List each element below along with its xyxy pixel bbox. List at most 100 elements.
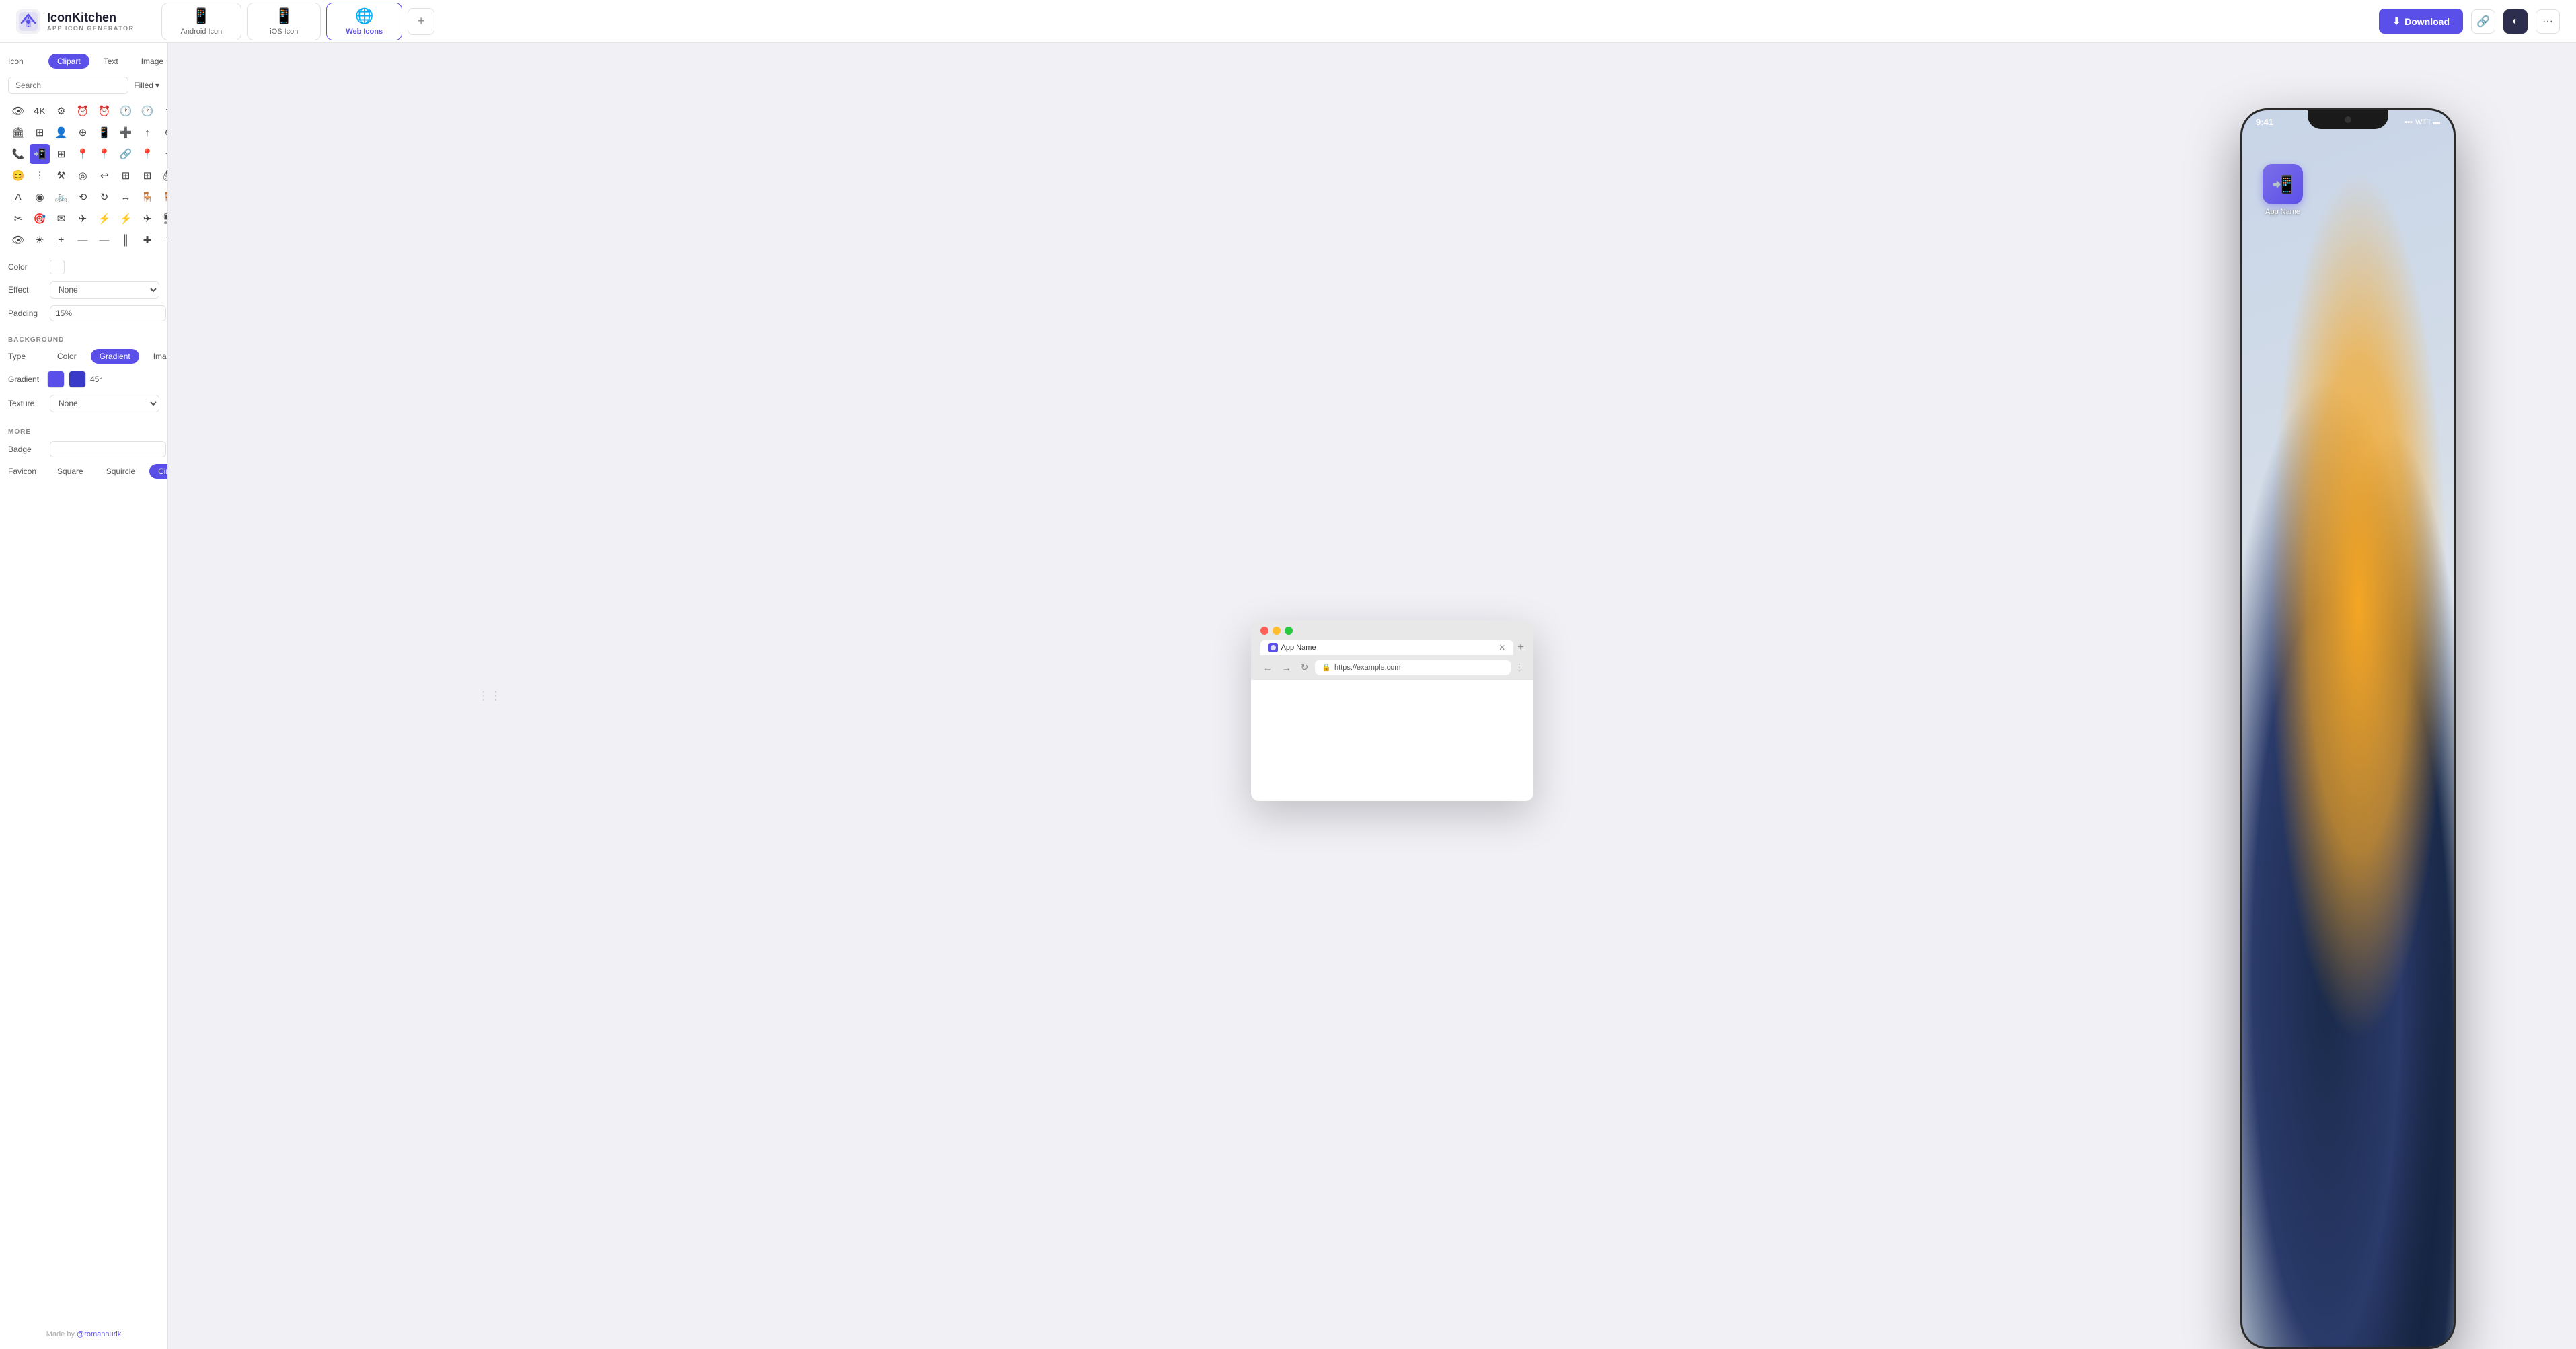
gradient-color1-swatch[interactable] — [47, 371, 65, 388]
search-input[interactable] — [8, 77, 128, 94]
address-bar[interactable]: 🔒 https://example.com — [1315, 660, 1510, 674]
refresh-button[interactable]: ↻ — [1298, 660, 1312, 674]
logo-area: IconKitchen APP ICON GENERATOR — [16, 9, 135, 34]
icon-cell[interactable]: 🎯 — [30, 208, 50, 229]
tab-android[interactable]: 📱 Android Icon — [161, 3, 242, 40]
icon-cell[interactable]: 😊 — [8, 165, 28, 186]
android-tab-icon: 📱 — [192, 7, 211, 25]
bg-image-tab[interactable]: Image — [145, 349, 168, 364]
icon-cell[interactable]: ⊞ — [30, 122, 50, 143]
icon-cell[interactable]: ➕ — [116, 122, 136, 143]
favicon-label: Favicon — [8, 467, 43, 476]
icon-cell[interactable]: 🪑 — [137, 187, 157, 207]
effect-select[interactable]: None — [50, 281, 159, 299]
icon-cell[interactable]: — — [73, 230, 93, 250]
browser-address-bar: ← → ↻ 🔒 https://example.com ⋮ — [1260, 660, 1524, 674]
add-tab-button[interactable]: + — [408, 8, 434, 35]
icon-cell[interactable]: ⊕ — [73, 122, 93, 143]
favicon-square[interactable]: Square — [48, 464, 92, 479]
icon-cell[interactable]: ✝ — [159, 101, 168, 121]
icon-cell[interactable]: ↑ — [137, 122, 157, 143]
icon-cell[interactable]: 🔗 — [116, 144, 136, 164]
icon-cell[interactable]: ◎ — [73, 165, 93, 186]
icon-cell[interactable]: ⚙ — [51, 101, 71, 121]
icon-cell[interactable]: 📞 — [8, 144, 28, 164]
icon-cell[interactable]: ↩ — [94, 165, 114, 186]
link-button[interactable]: 🔗 — [2471, 9, 2495, 34]
icon-cell[interactable]: 👁 — [8, 230, 28, 250]
icon-cell[interactable]: ◉ — [30, 187, 50, 207]
icon-cell[interactable]: ✚ — [137, 230, 157, 250]
icon-cell[interactable]: ⊕ — [159, 122, 168, 143]
icon-cell[interactable]: ⚒ — [51, 165, 71, 186]
padding-input[interactable] — [50, 305, 166, 321]
icon-cell[interactable]: ↻ — [94, 187, 114, 207]
icon-cell[interactable]: ✂ — [8, 208, 28, 229]
icon-cell[interactable]: ✈ — [73, 208, 93, 229]
icon-cell[interactable]: ⊞ — [51, 144, 71, 164]
icon-cell[interactable]: ⏰ — [94, 101, 114, 121]
icon-cell[interactable]: 🏛 — [8, 122, 28, 143]
ios-tab-icon: 📱 — [275, 7, 293, 25]
icon-cell[interactable]: 🚲 — [51, 187, 71, 207]
bg-gradient-tab[interactable]: Gradient — [91, 349, 139, 364]
gradient-color2-swatch[interactable] — [69, 371, 86, 388]
icon-cell-selected[interactable]: 📲 — [30, 144, 50, 164]
footer-credit: Made by @romannurik — [8, 1317, 159, 1338]
filled-filter[interactable]: Filled ▾ — [134, 81, 159, 90]
favicon-circle[interactable]: Circle — [149, 464, 168, 479]
forward-button[interactable]: → — [1279, 661, 1294, 674]
icon-cell[interactable]: ☀ — [30, 230, 50, 250]
icon-cell[interactable]: ± — [51, 230, 71, 250]
browser-tab-close[interactable]: ✕ — [1499, 643, 1505, 652]
browser-new-tab-button[interactable]: + — [1517, 642, 1523, 654]
icon-cell[interactable]: 🪑 — [159, 187, 168, 207]
icon-cell[interactable]: ⏰ — [73, 101, 93, 121]
clipart-tab[interactable]: Clipart — [48, 54, 89, 69]
icon-cell[interactable]: — — [94, 230, 114, 250]
badge-input[interactable] — [50, 441, 166, 457]
theme-toggle-button[interactable]: ◐ — [2503, 9, 2528, 34]
icon-cell[interactable]: A — [8, 187, 28, 207]
color-swatch[interactable] — [50, 260, 65, 274]
tab-ios[interactable]: 📱 iOS Icon — [247, 3, 321, 40]
browser-favicon — [1268, 643, 1278, 652]
icon-cell[interactable]: 🕐 — [137, 101, 157, 121]
favicon-squircle[interactable]: Squircle — [98, 464, 144, 479]
text-tab[interactable]: Text — [95, 54, 127, 69]
more-button[interactable]: ··· — [2536, 9, 2560, 34]
icon-grid: 👁 4K ⚙ ⏰ ⏰ 🕐 🕐 ✝ 🏛 ⊞ 👤 ⊕ 📱 ➕ ↑ ⊕ 📞 📲 ⊞ 📍… — [8, 101, 159, 250]
icon-cell[interactable]: 4K — [30, 101, 50, 121]
icon-cell[interactable]: ✈ — [137, 208, 157, 229]
icon-cell[interactable]: ✦ — [159, 144, 168, 164]
icon-cell[interactable]: 📍 — [94, 144, 114, 164]
browser-tab[interactable]: App Name ✕ — [1260, 640, 1514, 655]
icon-cell[interactable]: 🖨 — [159, 165, 168, 186]
tab-web[interactable]: 🌐 Web Icons — [326, 3, 402, 40]
back-button[interactable]: ← — [1260, 661, 1275, 674]
icon-cell[interactable]: 🕐 — [116, 101, 136, 121]
icon-cell[interactable]: ⫶ — [30, 165, 50, 186]
icon-cell[interactable]: ⚡ — [116, 208, 136, 229]
icon-cell[interactable]: ↔ — [116, 187, 136, 207]
image-tab[interactable]: Image — [132, 54, 168, 69]
icon-cell[interactable]: ⊞ — [137, 165, 157, 186]
icon-cell[interactable]: ⊞ — [116, 165, 136, 186]
icon-cell[interactable]: 📍 — [137, 144, 157, 164]
icon-cell[interactable]: ⟲ — [73, 187, 93, 207]
icon-cell[interactable]: ⚡ — [94, 208, 114, 229]
drag-handle[interactable]: ⋮⋮ — [478, 689, 502, 703]
bg-color-tab[interactable]: Color — [48, 349, 85, 364]
browser-menu-button[interactable]: ⋮ — [1515, 662, 1524, 673]
icon-cell[interactable]: 🖥 — [159, 208, 168, 229]
icon-cell[interactable]: T — [159, 230, 168, 250]
icon-cell[interactable]: 📱 — [94, 122, 114, 143]
icon-cell[interactable]: ║ — [116, 230, 136, 250]
download-button[interactable]: ⬇ Download — [2379, 9, 2463, 34]
icon-cell[interactable]: 👁 — [8, 101, 28, 121]
icon-cell[interactable]: 👤 — [51, 122, 71, 143]
icon-cell[interactable]: 📍 — [73, 144, 93, 164]
texture-select[interactable]: None — [50, 395, 159, 412]
icon-cell[interactable]: ✉ — [51, 208, 71, 229]
footer-link[interactable]: @romannurik — [77, 1330, 121, 1338]
